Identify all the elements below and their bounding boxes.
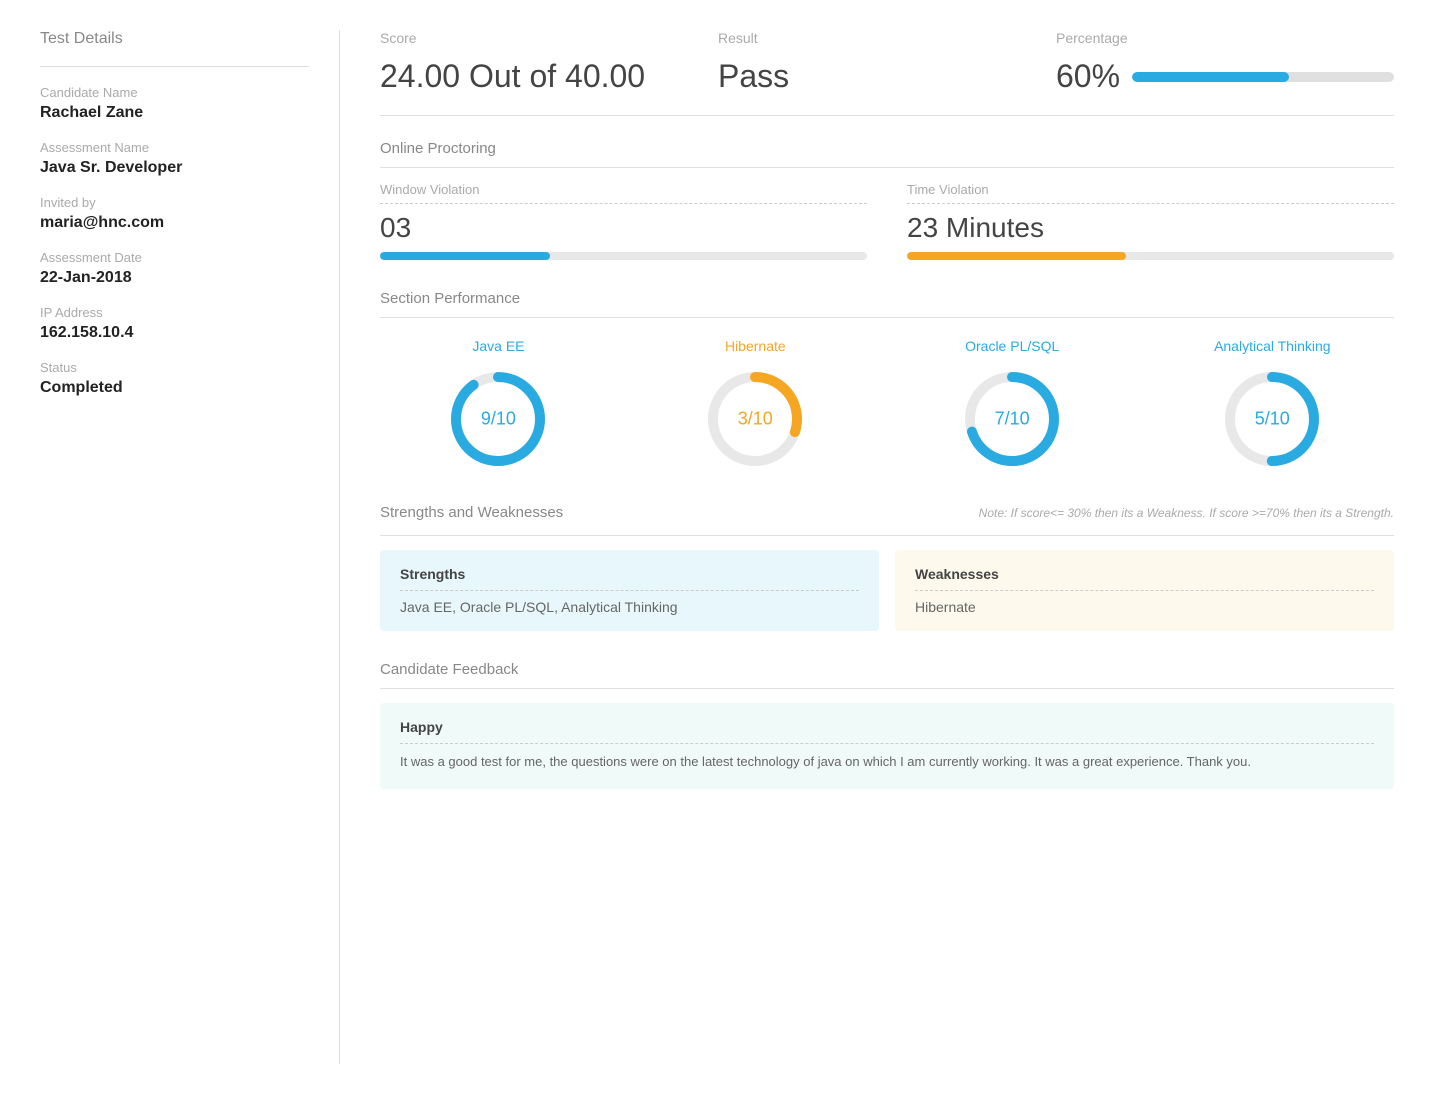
percentage-header: Percentage [1056,30,1394,46]
perf-col-0: Java EE 9/10 [443,338,553,474]
result-value: Pass [718,58,1056,95]
percentage-progress-bar [1132,72,1394,82]
window-violation-col: Window Violation 03 [380,182,867,260]
proctoring-row: Window Violation 03 Time Violation 23 Mi… [380,182,1394,260]
perf-label-1: Hibernate [725,338,786,354]
donut-text-0: 9/10 [481,409,516,430]
section-performance-row: Java EE 9/10 Hibernate 3/10 Oracle PL/SQ… [380,338,1394,474]
perf-col-1: Hibernate 3/10 [700,338,810,474]
donut-2: 7/10 [957,364,1067,474]
time-violation-label: Time Violation [907,182,1394,197]
test-details-title: Test Details [40,30,309,48]
percentage-row: 60% [1056,58,1394,95]
donut-text-3: 5/10 [1255,409,1290,430]
window-violation-value: 03 [380,212,867,244]
score-row: Score 24.00 Out of 40.00 Result Pass Per… [380,30,1394,116]
sw-header-row: Strengths and Weaknesses Note: If score<… [380,504,1394,521]
result-column: Result Pass [718,30,1056,95]
right-panel: Score 24.00 Out of 40.00 Result Pass Per… [340,30,1394,1064]
weaknesses-title: Weaknesses [915,566,1374,591]
strengths-weaknesses-section: Strengths and Weaknesses Note: If score<… [380,504,1394,631]
sw-cards-row: Strengths Java EE, Oracle PL/SQL, Analyt… [380,550,1394,631]
feedback-title: Happy [400,719,1374,744]
perf-label-2: Oracle PL/SQL [965,338,1059,354]
strengths-title: Strengths [400,566,859,591]
donut-1: 3/10 [700,364,810,474]
donut-text-2: 7/10 [995,409,1030,430]
ip-address-label: IP Address [40,305,309,320]
weaknesses-content: Hibernate [915,599,1374,615]
time-violation-col: Time Violation 23 Minutes [907,182,1394,260]
status-label: Status [40,360,309,375]
time-violation-value: 23 Minutes [907,212,1394,244]
ip-address-value: 162.158.10.4 [40,324,309,342]
donut-text-1: 3/10 [738,409,773,430]
percentage-value: 60% [1056,58,1120,95]
weaknesses-card: Weaknesses Hibernate [895,550,1394,631]
time-violation-fill [907,252,1126,260]
score-value: 24.00 Out of 40.00 [380,58,718,95]
percentage-progress-fill [1132,72,1289,82]
invited-by-label: Invited by [40,195,309,210]
donut-3: 5/10 [1217,364,1327,474]
assessment-name-value: Java Sr. Developer [40,159,309,177]
result-header: Result [718,30,1056,46]
assessment-date-value: 22-Jan-2018 [40,269,309,287]
feedback-text: It was a good test for me, the questions… [400,752,1374,773]
window-violation-bar [380,252,867,260]
candidate-name-value: Rachael Zane [40,104,309,122]
perf-col-2: Oracle PL/SQL 7/10 [957,338,1067,474]
time-violation-bar [907,252,1394,260]
strengths-card: Strengths Java EE, Oracle PL/SQL, Analyt… [380,550,879,631]
status-value: Completed [40,379,309,397]
perf-col-3: Analytical Thinking 5/10 [1214,338,1330,474]
donut-0: 9/10 [443,364,553,474]
score-column: Score 24.00 Out of 40.00 [380,30,718,95]
score-header: Score [380,30,718,46]
left-panel: Test Details Candidate Name Rachael Zane… [40,30,340,1064]
invited-by-value: maria@hnc.com [40,214,309,232]
assessment-name-label: Assessment Name [40,140,309,155]
section-performance-heading: Section Performance [380,290,1394,318]
perf-label-3: Analytical Thinking [1214,338,1330,354]
sw-heading: Strengths and Weaknesses [380,504,563,521]
online-proctoring-heading: Online Proctoring [380,140,1394,168]
feedback-heading: Candidate Feedback [380,661,1394,689]
percentage-column: Percentage 60% [1056,30,1394,95]
window-violation-label: Window Violation [380,182,867,197]
perf-label-0: Java EE [472,338,524,354]
assessment-date-label: Assessment Date [40,250,309,265]
feedback-card: Happy It was a good test for me, the que… [380,703,1394,789]
feedback-section: Candidate Feedback Happy It was a good t… [380,661,1394,789]
sw-note: Note: If score<= 30% then its a Weakness… [979,506,1394,520]
strengths-content: Java EE, Oracle PL/SQL, Analytical Think… [400,599,859,615]
window-violation-fill [380,252,550,260]
candidate-name-label: Candidate Name [40,85,309,100]
